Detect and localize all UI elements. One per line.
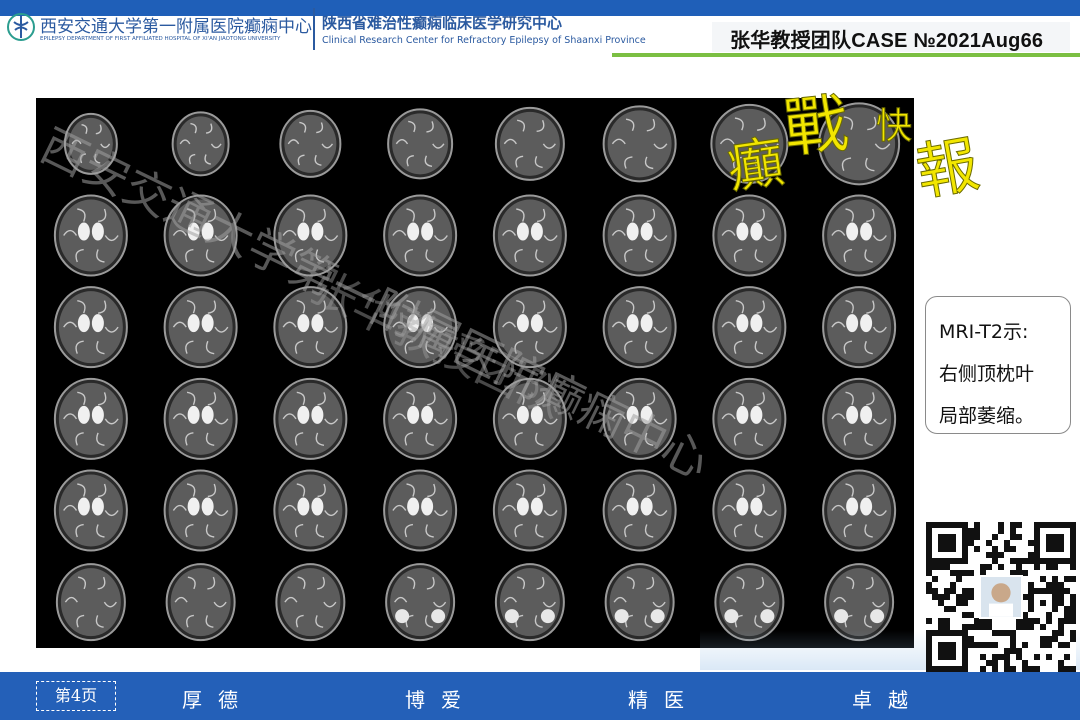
mri-slice — [602, 105, 677, 183]
logo-char-1: 癲 — [726, 129, 788, 201]
motto-1: 厚德 — [182, 688, 254, 712]
mri-slice — [494, 563, 565, 642]
motto-4: 卓越 — [852, 688, 924, 712]
mri-slice — [383, 194, 458, 277]
mri-slice — [273, 377, 348, 460]
mri-slice — [171, 111, 230, 177]
mri-slice — [387, 108, 454, 180]
mri-slice — [273, 469, 348, 552]
case-id: 张华教授团队CASE №2021Aug66 — [730, 30, 1044, 52]
mri-slice — [53, 469, 128, 552]
accent-line — [612, 53, 1080, 57]
motto-3: 精医 — [628, 688, 700, 712]
mri-slice — [383, 469, 458, 552]
mri-slice — [383, 377, 458, 460]
logo-char-3: 快 — [876, 106, 912, 147]
hospital-name: 西安交通大学第一附属医院癫痫中心 — [40, 17, 312, 37]
mri-slice — [492, 194, 567, 277]
finding-line-2: 右侧顶枕叶 — [939, 363, 1035, 385]
mri-slice — [822, 286, 897, 369]
mri-slice — [822, 469, 897, 552]
mri-slice — [163, 377, 238, 460]
mri-slice — [712, 194, 787, 277]
logo-char-2: 戰 — [780, 87, 851, 167]
finding-line-1: MRI-T2示: — [939, 321, 1029, 343]
finding-note: MRI-T2示: 右侧顶枕叶 局部萎缩。 — [925, 296, 1071, 434]
mri-slice — [53, 286, 128, 369]
mri-slice — [492, 469, 567, 552]
logo-char-4: 報 — [911, 127, 985, 206]
research-center-name-en: Clinical Research Center for Refractory … — [322, 35, 646, 46]
mri-slice — [822, 194, 897, 277]
mri-slice — [602, 194, 677, 277]
page-number: 第4页 — [54, 686, 98, 705]
mri-slice — [712, 286, 787, 369]
finding-line-3: 局部萎缩。 — [939, 405, 1035, 427]
mri-slice — [494, 106, 565, 181]
hospital-logo-icon — [7, 13, 35, 41]
mri-slice — [385, 563, 456, 642]
header-divider — [313, 8, 315, 50]
mri-slice — [53, 377, 128, 460]
mri-slice — [714, 563, 785, 642]
mri-slice — [824, 563, 895, 642]
hospital-name-en: EPILEPSY DEPARTMENT OF FIRST AFFILIATED … — [40, 36, 281, 42]
mri-slice — [712, 377, 787, 460]
mri-slice — [602, 286, 677, 369]
mri-slice — [55, 563, 126, 642]
qr-code-icon[interactable] — [926, 522, 1076, 672]
mri-slice — [275, 563, 346, 642]
epilepsy-news-logo: 癲 戰 快 報 — [726, 86, 985, 206]
mri-slice — [279, 109, 342, 178]
mri-slice — [604, 563, 675, 642]
mri-slice — [712, 469, 787, 552]
mri-slice — [163, 469, 238, 552]
mri-slice — [163, 286, 238, 369]
mri-slice — [602, 469, 677, 552]
motto-2: 博爱 — [405, 688, 477, 712]
mri-slice — [165, 563, 236, 642]
research-center-name: 陕西省难治性癫痫临床医学研究中心 — [322, 14, 563, 32]
mri-slice — [822, 377, 897, 460]
